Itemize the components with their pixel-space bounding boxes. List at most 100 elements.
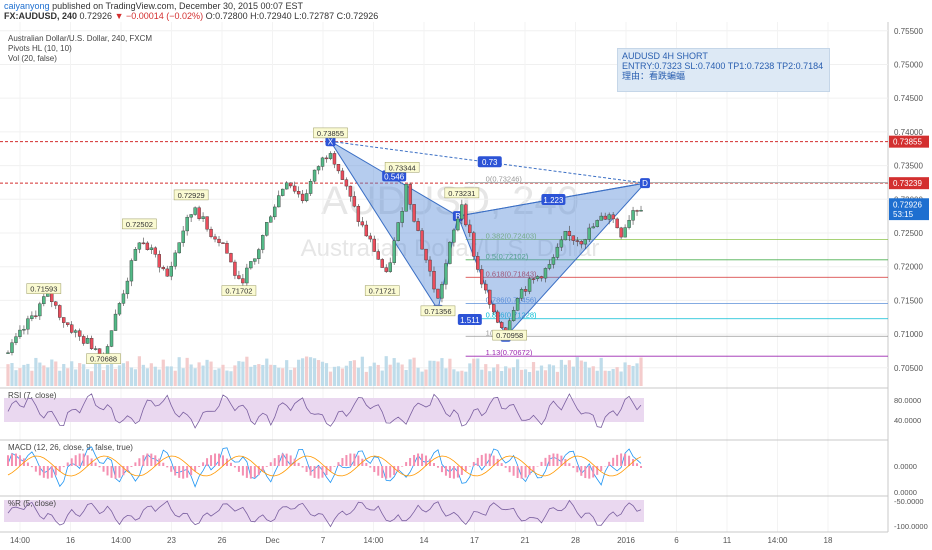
volume-bar — [468, 363, 472, 386]
macd-histogram-bar — [233, 466, 236, 468]
candle-body — [197, 207, 201, 219]
macd-histogram-bar — [452, 466, 455, 479]
macd-histogram-bar — [301, 466, 304, 468]
y-tick-label: 0.73500 — [894, 162, 923, 171]
macd-histogram-bar — [166, 466, 169, 468]
candle-body — [611, 214, 615, 220]
candle-body — [284, 182, 289, 190]
fib-level-label: 1.13(0.70672) — [486, 348, 533, 357]
volume-bar — [452, 369, 456, 386]
candle-body — [153, 247, 158, 255]
volume-bar — [436, 361, 440, 386]
volume-bar — [416, 367, 420, 386]
volume-bar — [408, 359, 412, 386]
candle-body — [85, 338, 90, 344]
candle-body — [141, 242, 146, 245]
macd-histogram-bar — [620, 453, 623, 466]
volume-bar — [145, 368, 149, 386]
candle-body — [356, 205, 361, 222]
legend-pivots[interactable]: Pivots HL (10, 10) — [8, 44, 152, 54]
x-tick-label: 17 — [470, 536, 479, 545]
macd-histogram-bar — [448, 466, 451, 478]
candle-body — [245, 267, 249, 284]
candle-body — [468, 224, 472, 234]
volume-bar — [396, 362, 400, 386]
macd-histogram-bar — [7, 455, 9, 466]
volume-bar — [492, 367, 496, 386]
candle-body — [304, 193, 309, 202]
volume-bar — [328, 371, 333, 386]
candle-body — [639, 210, 643, 212]
candle-body — [412, 204, 416, 222]
macd-histogram-bar — [381, 466, 384, 478]
candle-body — [400, 211, 404, 223]
macd-histogram-bar — [540, 461, 543, 466]
pivot-label: 0.72929 — [178, 191, 205, 200]
volume-bar — [34, 357, 38, 386]
candle-body — [185, 216, 189, 232]
candle-body — [316, 166, 321, 171]
volume-bar — [304, 356, 309, 386]
macd-histogram-bar — [413, 454, 416, 466]
volume-bar — [527, 371, 532, 386]
candle-body — [631, 210, 635, 221]
candle-body — [177, 242, 181, 254]
candle-body — [396, 222, 400, 241]
candle-body — [619, 227, 623, 238]
macd-histogram-bar — [444, 466, 447, 476]
volume-bar — [360, 356, 364, 386]
volume-bar — [488, 371, 492, 386]
rsi-tick: 80.0000 — [894, 396, 921, 405]
macd-histogram-bar — [584, 466, 587, 479]
volume-bar — [448, 358, 452, 386]
candle-body — [452, 229, 456, 243]
macd-histogram-bar — [588, 466, 591, 479]
candle-body — [352, 196, 357, 207]
candle-body — [324, 157, 329, 160]
volume-bar — [205, 359, 209, 386]
macd-histogram-bar — [134, 462, 137, 466]
candle-body — [253, 258, 257, 262]
macd-histogram-bar — [218, 453, 221, 466]
volume-bar — [611, 369, 615, 386]
macd-histogram-bar — [285, 453, 288, 466]
candle-body — [145, 242, 150, 250]
macd-histogram-bar — [421, 453, 424, 466]
price-tag-label: 0.72926 — [893, 200, 922, 209]
macd-histogram-bar — [385, 466, 388, 479]
candle-body — [484, 283, 488, 291]
candle-body — [181, 230, 185, 243]
candle-body — [563, 230, 568, 241]
macd-histogram-bar — [30, 466, 33, 468]
candle-body — [161, 267, 165, 270]
macd-histogram-bar — [182, 466, 185, 479]
candle-body — [428, 259, 432, 272]
volume-bar — [551, 365, 556, 386]
chart-canvas[interactable]: AUDUSD, 240 Australian Dollar/U.S. Dolla… — [0, 22, 932, 550]
candle-body — [539, 276, 544, 279]
candle-body — [129, 260, 134, 282]
volume-bar — [480, 369, 484, 386]
macd-histogram-bar — [198, 466, 201, 467]
volume-bar — [193, 368, 197, 386]
author-link[interactable]: caiyanyong — [4, 1, 50, 11]
macd-histogram-bar — [130, 466, 133, 468]
candle-body — [348, 185, 353, 197]
volume-bar — [50, 359, 54, 386]
legend-volume[interactable]: Vol (20, false) — [8, 54, 152, 64]
candle-body — [599, 215, 603, 221]
candle-body — [607, 214, 611, 220]
macd-histogram-bar — [305, 466, 308, 472]
candle-body — [460, 204, 464, 220]
candle-body — [336, 164, 341, 172]
candle-body — [340, 170, 345, 180]
macd-histogram-bar — [253, 466, 256, 478]
volume-bar — [340, 368, 345, 386]
price-change: ▼ −0.00014 (−0.02%) — [114, 11, 204, 21]
volume-bar — [157, 369, 161, 386]
candle-body — [372, 238, 376, 252]
macd-histogram-bar — [365, 462, 368, 466]
candle-body — [368, 235, 372, 240]
candle-body — [635, 210, 639, 212]
volume-bar — [217, 368, 221, 386]
